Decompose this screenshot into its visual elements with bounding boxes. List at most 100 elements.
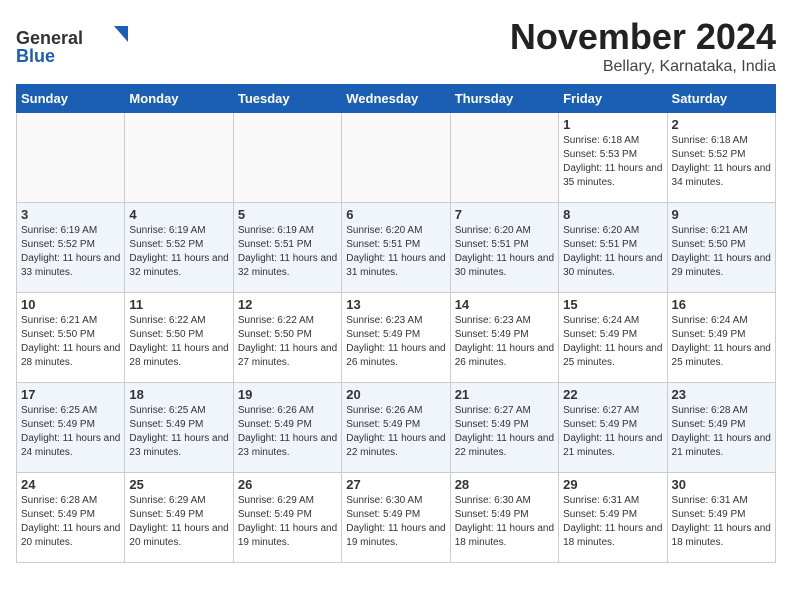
day-number: 2 [672,117,771,132]
calendar-cell: 25 Sunrise: 6:29 AM Sunset: 5:49 PM Dayli… [125,473,233,563]
day-info: Sunrise: 6:30 AM Sunset: 5:49 PM Dayligh… [346,494,445,550]
day-info: Sunrise: 6:27 AM Sunset: 5:49 PM Dayligh… [455,404,554,460]
title-area: November 2024 Bellary, Karnataka, India [510,16,776,76]
calendar-cell: 24 Sunrise: 6:28 AM Sunset: 5:49 PM Dayli… [17,473,125,563]
day-info: Sunrise: 6:29 AM Sunset: 5:49 PM Dayligh… [129,494,228,550]
weekday-header: Wednesday [342,85,450,113]
day-info: Sunrise: 6:29 AM Sunset: 5:49 PM Dayligh… [238,494,337,550]
day-info: Sunrise: 6:18 AM Sunset: 5:52 PM Dayligh… [672,134,771,190]
day-number: 20 [346,387,445,402]
calendar-table: SundayMondayTuesdayWednesdayThursdayFrid… [16,84,776,563]
day-number: 24 [21,477,120,492]
day-number: 25 [129,477,228,492]
day-number: 5 [238,207,337,222]
calendar-cell: 20 Sunrise: 6:26 AM Sunset: 5:49 PM Dayli… [342,383,450,473]
day-info: Sunrise: 6:20 AM Sunset: 5:51 PM Dayligh… [563,224,662,280]
day-number: 12 [238,297,337,312]
calendar-cell: 13Sunrise: 6:23 AM Sunset: 5:49 PM Dayli… [342,293,450,383]
day-info: Sunrise: 6:28 AM Sunset: 5:49 PM Dayligh… [672,404,771,460]
day-number: 21 [455,387,554,402]
calendar-cell: 2 Sunrise: 6:18 AM Sunset: 5:52 PM Daylig… [667,113,775,203]
day-info: Sunrise: 6:20 AM Sunset: 5:51 PM Dayligh… [455,224,554,280]
calendar-cell: 4 Sunrise: 6:19 AM Sunset: 5:52 PM Daylig… [125,203,233,293]
day-number: 26 [238,477,337,492]
calendar-cell: 21 Sunrise: 6:27 AM Sunset: 5:49 PM Dayli… [450,383,558,473]
calendar-cell: 15 Sunrise: 6:24 AM Sunset: 5:49 PM Dayli… [559,293,667,383]
svg-text:Blue: Blue [16,46,55,66]
day-number: 11 [129,297,228,312]
day-info: Sunrise: 6:22 AM Sunset: 5:50 PM Dayligh… [238,314,337,370]
weekday-header: Saturday [667,85,775,113]
calendar-cell: 1 Sunrise: 6:18 AM Sunset: 5:53 PM Daylig… [559,113,667,203]
calendar-week-row: 1 Sunrise: 6:18 AM Sunset: 5:53 PM Daylig… [17,113,776,203]
day-number: 29 [563,477,662,492]
day-number: 4 [129,207,228,222]
weekday-header: Monday [125,85,233,113]
calendar-cell: 5Sunrise: 6:19 AM Sunset: 5:51 PM Daylig… [233,203,341,293]
day-info: Sunrise: 6:25 AM Sunset: 5:49 PM Dayligh… [129,404,228,460]
calendar-cell: 27 Sunrise: 6:30 AM Sunset: 5:49 PM Dayli… [342,473,450,563]
calendar-cell: 22Sunrise: 6:27 AM Sunset: 5:49 PM Dayli… [559,383,667,473]
calendar-week-row: 10 Sunrise: 6:21 AM Sunset: 5:50 PM Dayli… [17,293,776,383]
calendar-cell: 16Sunrise: 6:24 AM Sunset: 5:49 PM Dayli… [667,293,775,383]
month-title: November 2024 [510,16,776,58]
calendar-cell: 19Sunrise: 6:26 AM Sunset: 5:49 PM Dayli… [233,383,341,473]
calendar-cell: 28Sunrise: 6:30 AM Sunset: 5:49 PM Dayli… [450,473,558,563]
day-number: 17 [21,387,120,402]
day-number: 15 [563,297,662,312]
day-info: Sunrise: 6:24 AM Sunset: 5:49 PM Dayligh… [563,314,662,370]
day-number: 1 [563,117,662,132]
calendar-cell: 3 Sunrise: 6:19 AM Sunset: 5:52 PM Daylig… [17,203,125,293]
day-number: 13 [346,297,445,312]
day-number: 19 [238,387,337,402]
calendar-cell: 17 Sunrise: 6:25 AM Sunset: 5:49 PM Dayli… [17,383,125,473]
calendar-cell: 7Sunrise: 6:20 AM Sunset: 5:51 PM Daylig… [450,203,558,293]
calendar-cell [233,113,341,203]
calendar-cell: 14 Sunrise: 6:23 AM Sunset: 5:49 PM Dayli… [450,293,558,383]
location-title: Bellary, Karnataka, India [510,58,776,76]
day-info: Sunrise: 6:20 AM Sunset: 5:51 PM Dayligh… [346,224,445,280]
calendar-cell [17,113,125,203]
day-info: Sunrise: 6:31 AM Sunset: 5:49 PM Dayligh… [672,494,771,550]
day-info: Sunrise: 6:24 AM Sunset: 5:49 PM Dayligh… [672,314,771,370]
day-info: Sunrise: 6:25 AM Sunset: 5:49 PM Dayligh… [21,404,120,460]
day-info: Sunrise: 6:30 AM Sunset: 5:49 PM Dayligh… [455,494,554,550]
day-info: Sunrise: 6:26 AM Sunset: 5:49 PM Dayligh… [346,404,445,460]
logo-general: General Blue [16,16,136,71]
day-number: 10 [21,297,120,312]
logo: General Blue [16,16,136,71]
day-info: Sunrise: 6:28 AM Sunset: 5:49 PM Dayligh… [21,494,120,550]
day-info: Sunrise: 6:21 AM Sunset: 5:50 PM Dayligh… [21,314,120,370]
day-number: 27 [346,477,445,492]
day-number: 30 [672,477,771,492]
weekday-header: Sunday [17,85,125,113]
calendar-cell [125,113,233,203]
day-info: Sunrise: 6:23 AM Sunset: 5:49 PM Dayligh… [455,314,554,370]
day-info: Sunrise: 6:21 AM Sunset: 5:50 PM Dayligh… [672,224,771,280]
calendar-cell: 18Sunrise: 6:25 AM Sunset: 5:49 PM Dayli… [125,383,233,473]
calendar-cell: 29 Sunrise: 6:31 AM Sunset: 5:49 PM Dayli… [559,473,667,563]
day-info: Sunrise: 6:19 AM Sunset: 5:52 PM Dayligh… [21,224,120,280]
weekday-header: Friday [559,85,667,113]
day-info: Sunrise: 6:31 AM Sunset: 5:49 PM Dayligh… [563,494,662,550]
calendar-cell: 12 Sunrise: 6:22 AM Sunset: 5:50 PM Dayli… [233,293,341,383]
calendar-cell [342,113,450,203]
day-number: 3 [21,207,120,222]
weekday-header: Tuesday [233,85,341,113]
day-number: 14 [455,297,554,312]
day-number: 9 [672,207,771,222]
weekday-header-row: SundayMondayTuesdayWednesdayThursdayFrid… [17,85,776,113]
day-info: Sunrise: 6:19 AM Sunset: 5:52 PM Dayligh… [129,224,228,280]
calendar-week-row: 24 Sunrise: 6:28 AM Sunset: 5:49 PM Dayli… [17,473,776,563]
calendar-week-row: 3 Sunrise: 6:19 AM Sunset: 5:52 PM Daylig… [17,203,776,293]
day-number: 8 [563,207,662,222]
day-info: Sunrise: 6:27 AM Sunset: 5:49 PM Dayligh… [563,404,662,460]
day-info: Sunrise: 6:18 AM Sunset: 5:53 PM Dayligh… [563,134,662,190]
calendar-cell: 6Sunrise: 6:20 AM Sunset: 5:51 PM Daylig… [342,203,450,293]
calendar-cell: 23Sunrise: 6:28 AM Sunset: 5:49 PM Dayli… [667,383,775,473]
calendar-cell: 26 Sunrise: 6:29 AM Sunset: 5:49 PM Dayli… [233,473,341,563]
page-header: General Blue November 2024 Bellary, Karn… [16,16,776,76]
day-info: Sunrise: 6:22 AM Sunset: 5:50 PM Dayligh… [129,314,228,370]
calendar-cell: 10 Sunrise: 6:21 AM Sunset: 5:50 PM Dayli… [17,293,125,383]
svg-text:General: General [16,28,83,48]
